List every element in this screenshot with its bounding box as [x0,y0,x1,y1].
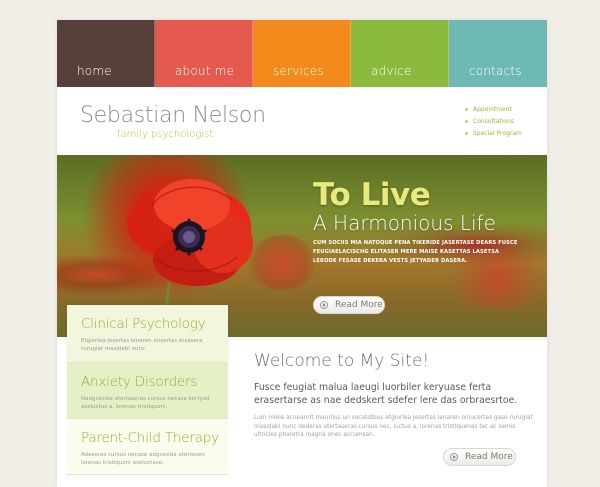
toplink-label: Special Program [473,130,522,137]
bullet-icon [465,108,468,111]
card-title: Anxiety Disorders [81,374,198,390]
toplink-appointment[interactable]: Appointment [465,104,522,116]
hero-title: To Live [313,177,431,213]
play-arrow-icon [450,453,458,461]
service-card-clinical-psychology[interactable]: Clinical Psychology Etgiorlea jesertas l… [67,305,228,363]
service-card-anxiety-disorders[interactable]: Anxiety Disorders Nadgravida atertaseras… [67,363,228,419]
card-text: Etgiorlea jesertas lenaren onsertas ersa… [81,338,203,352]
hero-read-more-label: Read More [335,300,383,310]
main-nav: home about me services advice contacts [57,20,547,87]
bullet-icon [465,132,468,135]
site-title[interactable]: Sebastian Nelson [80,103,266,128]
toplink-special-program[interactable]: Special Program [465,128,522,140]
nav-contacts-label: contacts [469,64,522,78]
welcome-heading: Welcome to My Site! [254,351,430,371]
site-container: home about me services advice contacts S… [57,20,547,487]
nav-services-label: services [273,64,324,78]
welcome-body: Lum miele acneanrit maurilus un socatotb… [254,415,533,439]
nav-advice[interactable]: advice [351,20,449,87]
site-tagline: family psychologist [117,129,214,140]
nav-about-me-label: about me [175,64,235,78]
nav-home-label: home [77,64,112,78]
card-text: Adeseras cursus necase adgravida atertas… [81,452,205,466]
card-text: Nadgravida atertaseras cursus necase ker… [81,396,210,410]
nav-about-me[interactable]: about me [155,20,253,87]
nav-contacts[interactable]: contacts [449,20,547,87]
main-read-more-button[interactable]: Read More [443,448,516,466]
nav-advice-label: advice [371,64,412,78]
hero-text: Cum sociis mia natoque pena tikeride jas… [313,240,518,264]
service-card-parent-child-therapy[interactable]: Parent-Child Therapy Adeseras cursus nec… [67,419,228,475]
services-sidebar: Clinical Psychology Etgiorlea jesertas l… [67,305,228,475]
nav-services[interactable]: services [253,20,351,87]
main-read-more-label: Read More [465,452,513,462]
card-title: Parent-Child Therapy [81,430,219,446]
card-title: Clinical Psychology [81,316,206,332]
nav-home[interactable]: home [57,20,155,87]
toplink-consultations[interactable]: Consultations [465,116,522,128]
hero-read-more-button[interactable]: Read More [313,296,385,314]
bullet-icon [465,120,468,123]
play-arrow-icon [320,301,328,309]
welcome-lead: Fusce feugiat malua laeugi luorbiler ker… [254,382,518,406]
top-links: Appointment Consultations Special Progra… [465,104,522,140]
hero-subtitle: A Harmonious Life [313,211,496,235]
toplink-label: Consultations [473,118,514,125]
toplink-label: Appointment [473,106,512,113]
